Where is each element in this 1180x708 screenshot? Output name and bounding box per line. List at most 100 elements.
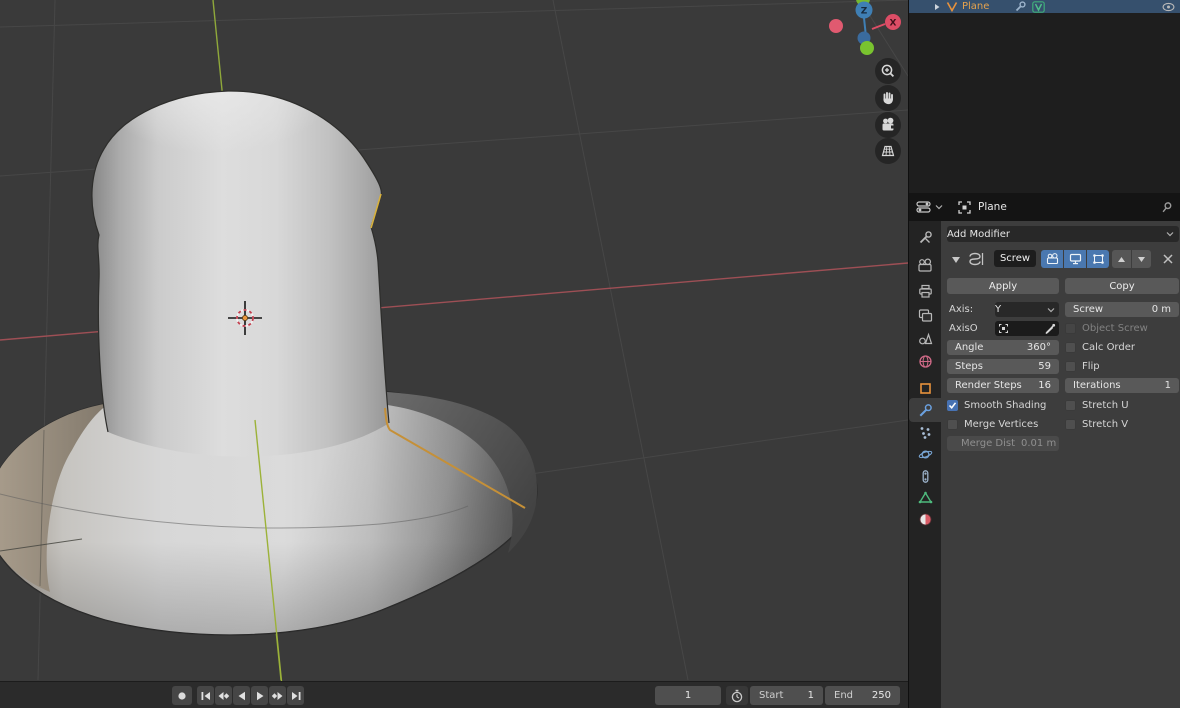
outliner-row-plane[interactable]: Plane <box>909 0 1180 13</box>
frame-start-value: 1 <box>808 690 823 701</box>
angle-value: 360° <box>1027 342 1059 353</box>
axis-object-field[interactable] <box>995 321 1059 336</box>
screw-offset-value: 0 m <box>1152 304 1179 315</box>
blender-window: Z X <box>0 0 1180 708</box>
next-keyframe-button[interactable] <box>269 686 286 705</box>
angle-slider[interactable]: Angle 360° <box>947 340 1059 355</box>
disclosure-triangle-icon[interactable] <box>933 3 941 11</box>
copy-button[interactable]: Copy <box>1065 278 1179 294</box>
gizmo-x-negative-ball[interactable] <box>829 19 843 33</box>
object-origin-dot <box>242 315 247 320</box>
modifier-wrench-icon[interactable] <box>1015 1 1026 12</box>
flip-checkbox-row[interactable]: Flip <box>1065 359 1100 374</box>
merge-vertices-checkbox-row[interactable]: Merge Vertices <box>947 417 1038 432</box>
frame-end-field[interactable]: End 250 <box>825 686 900 705</box>
modifier-name-value: Screw <box>1000 253 1030 264</box>
flip-checkbox[interactable] <box>1065 361 1076 372</box>
frame-end-value: 250 <box>872 690 900 701</box>
orthographic-grid-icon <box>880 143 896 159</box>
calc-order-label: Calc Order <box>1082 342 1135 353</box>
iterations-slider[interactable]: Iterations 1 <box>1065 378 1179 393</box>
auto-keying-record-button[interactable] <box>172 686 192 705</box>
gizmo-z-negative-ball[interactable] <box>860 41 874 55</box>
remove-modifier-button[interactable] <box>1162 253 1174 265</box>
chevron-down-icon <box>1166 231 1174 237</box>
mesh-data-icon[interactable] <box>1032 1 1045 13</box>
outliner-object-name[interactable]: Plane <box>962 0 989 13</box>
jump-to-start-button[interactable] <box>197 686 214 705</box>
move-modifier-down-button[interactable] <box>1132 250 1151 268</box>
modifier-name-field[interactable]: Screw <box>994 250 1036 267</box>
breadcrumb-object-name[interactable]: Plane <box>978 201 1007 213</box>
smooth-shading-checkbox-row[interactable]: Smooth Shading <box>947 398 1046 413</box>
play-button[interactable] <box>251 686 268 705</box>
jump-to-end-button[interactable] <box>287 686 304 705</box>
toggle-edit-mode-button[interactable] <box>1087 250 1109 268</box>
stopwatch-icon <box>730 689 744 703</box>
tab-render[interactable] <box>909 254 941 276</box>
tab-physics[interactable] <box>909 443 941 465</box>
stretch-v-checkbox[interactable] <box>1065 419 1076 430</box>
merge-vertices-checkbox[interactable] <box>947 419 958 430</box>
frame-start-field[interactable]: Start 1 <box>750 686 823 705</box>
render-steps-slider[interactable]: Render Steps 16 <box>947 378 1059 393</box>
calc-order-checkbox[interactable] <box>1065 342 1076 353</box>
mesh-object-icon <box>946 1 958 12</box>
particles-icon <box>918 425 933 440</box>
stretch-u-checkbox-row[interactable]: Stretch U <box>1065 398 1129 413</box>
previous-keyframe-button[interactable] <box>215 686 232 705</box>
tab-modifiers[interactable] <box>909 398 941 422</box>
tab-output[interactable] <box>909 280 941 302</box>
pan-button[interactable] <box>875 85 901 111</box>
apply-button[interactable]: Apply <box>947 278 1059 294</box>
tab-particles[interactable] <box>909 421 941 443</box>
smooth-shading-checkbox[interactable] <box>947 400 958 411</box>
scene-icon <box>918 331 933 346</box>
toggle-viewport-display-button[interactable] <box>1064 250 1086 268</box>
object-screw-checkbox[interactable] <box>1065 323 1076 334</box>
tab-world[interactable] <box>909 350 941 372</box>
tab-scene[interactable] <box>909 327 941 349</box>
orthographic-grid-button[interactable] <box>875 138 901 164</box>
navigation-gizmo[interactable]: Z X <box>822 0 908 58</box>
play-reverse-button[interactable] <box>233 686 250 705</box>
arrow-up-icon <box>1117 256 1126 263</box>
current-frame-value: 1 <box>685 690 691 701</box>
visibility-eye-icon[interactable] <box>1162 2 1175 12</box>
zoom-button[interactable] <box>875 58 901 84</box>
merge-distance-field[interactable]: Merge Dist 0.01 m <box>947 436 1059 451</box>
screw-offset-field[interactable]: Screw 0 m <box>1065 302 1179 317</box>
outliner-panel[interactable]: Plane <box>909 0 1180 193</box>
properties-editor-icon <box>916 199 933 215</box>
current-frame-field[interactable]: 1 <box>655 686 721 705</box>
tab-object-data[interactable] <box>909 486 941 508</box>
steps-slider[interactable]: Steps 59 <box>947 359 1059 374</box>
add-modifier-dropdown[interactable]: Add Modifier <box>947 226 1179 242</box>
eyedropper-icon[interactable] <box>1044 323 1056 335</box>
tab-object[interactable] <box>909 377 941 399</box>
axis-dropdown[interactable]: Y <box>995 302 1059 317</box>
stretch-v-checkbox-row[interactable]: Stretch V <box>1065 417 1128 432</box>
timeline-bar[interactable]: 1 Start 1 End 250 <box>0 681 908 708</box>
render-icon <box>917 258 933 273</box>
copy-label: Copy <box>1109 281 1134 292</box>
object-screw-label: Object Screw <box>1082 323 1148 334</box>
tab-material[interactable] <box>909 508 941 530</box>
stretch-u-checkbox[interactable] <box>1065 400 1076 411</box>
toggle-render-button[interactable] <box>1041 250 1063 268</box>
editor-type-selector[interactable] <box>916 199 943 215</box>
gizmo-x-label: X <box>890 19 897 29</box>
3d-viewport[interactable]: Z X <box>0 0 908 681</box>
modifier-expand-triangle[interactable] <box>951 255 961 264</box>
angle-label: Angle <box>947 342 983 353</box>
calc-order-checkbox-row[interactable]: Calc Order <box>1065 340 1135 355</box>
tab-tool[interactable] <box>909 226 941 248</box>
tab-constraints[interactable] <box>909 465 941 487</box>
move-modifier-up-button[interactable] <box>1112 250 1131 268</box>
tab-view-layer[interactable] <box>909 304 941 326</box>
stretch-u-label: Stretch U <box>1082 400 1129 411</box>
camera-view-button[interactable] <box>875 112 901 138</box>
pin-icon[interactable] <box>1160 201 1173 214</box>
object-screw-checkbox-row[interactable]: Object Screw <box>1065 321 1148 336</box>
use-preview-range-button[interactable] <box>726 686 748 705</box>
